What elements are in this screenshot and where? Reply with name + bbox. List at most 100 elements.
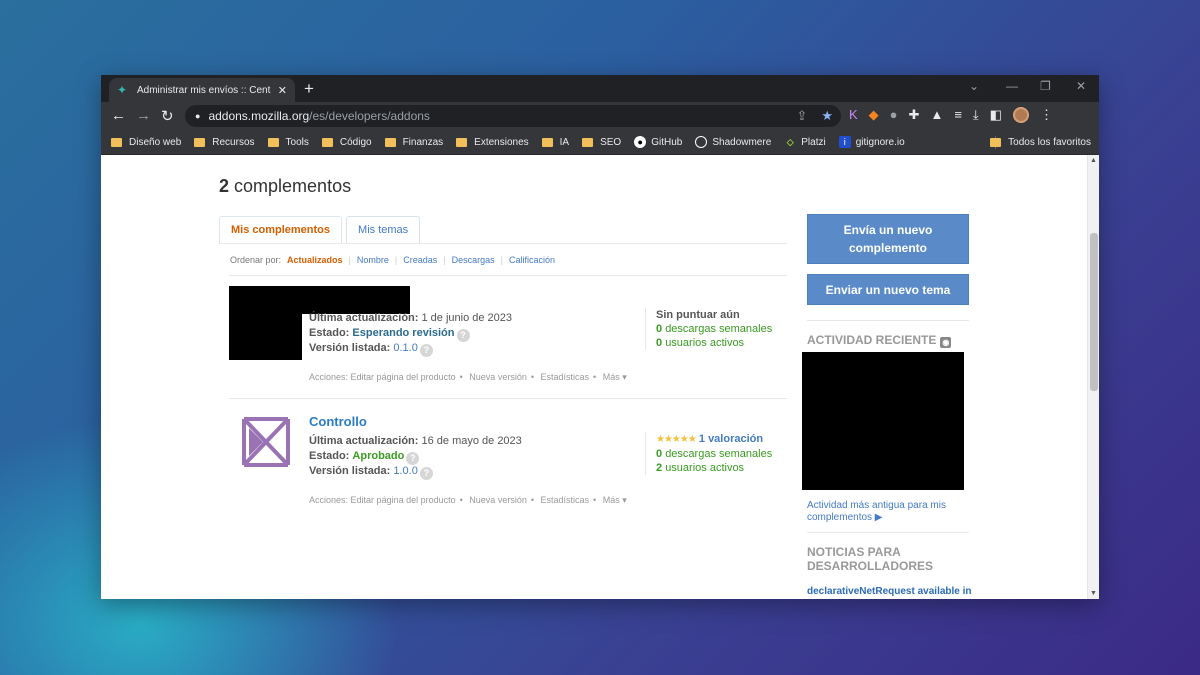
more-menu[interactable]: Más ▾ [603,495,627,505]
addon-actions: Acciones: Editar página del producto • Nu… [309,495,627,505]
version-link[interactable]: 1.0.0 [393,465,417,477]
bookmark-folder-extensiones[interactable]: Extensiones [456,137,529,148]
extension-k-icon[interactable]: K [849,107,858,123]
bookmark-folder-diseno-web[interactable]: Diseño web [111,137,181,148]
bookmark-platzi[interactable]: ◇ Platzi [784,136,826,148]
actions-label: Acciones: [309,495,349,505]
news-title: NOTICIAS PARA DESARROLLADORES [807,545,934,573]
sort-divider [229,275,787,276]
help-icon[interactable]: ? [456,329,470,342]
github-icon: ● [634,136,647,148]
activity-redacted [802,352,964,490]
minimize-icon[interactable]: — [1006,79,1018,93]
close-window-icon[interactable]: ✕ [1076,79,1086,93]
bookmark-shadowmere[interactable]: Shadowmere [695,136,771,148]
menu-dots-icon[interactable]: ⋮ [1040,107,1053,123]
bookmark-folder-recursos[interactable]: Recursos [194,137,255,148]
addon-count-label: complementos [234,176,352,196]
recent-activity-title: ACTIVIDAD RECIENTE ◉ [807,333,952,348]
bookmark-label: IA [559,136,570,148]
scroll-down-icon[interactable]: ▼ [1090,590,1097,597]
bookmark-folder-finanzas[interactable]: Finanzas [384,137,443,148]
page-title: 2 complementos [219,176,351,197]
more-menu[interactable]: Más ▾ [603,372,627,382]
page-scrollbar[interactable]: ▲ ▼ [1087,155,1099,599]
folder-icon [267,137,279,147]
avatar[interactable] [1012,107,1029,123]
bookmark-folder-ia[interactable]: IA [541,136,570,148]
new-tab-icon[interactable]: + [304,79,314,99]
tab-strip: ✦ Administrar mis envíos :: Centro d ✕ +… [101,75,1099,102]
tab-search-icon[interactable]: ⌄ [969,79,979,93]
sort-bar: Ordenar por: Actualizados | Nombre | Cre… [230,255,556,265]
tab-mis-complementos[interactable]: Mis complementos [219,216,343,243]
lock-icon[interactable]: ● [195,111,200,121]
sort-actualizados[interactable]: Actualizados [287,255,343,265]
news-item-link[interactable]: declarativeNetRequest available in [807,586,972,597]
addon-name-redacted [302,286,410,314]
bookmark-folder-tools[interactable]: Tools [267,137,309,148]
edit-product-link[interactable]: Editar página del producto [351,495,456,505]
addon-stats: ★★★★★ 1 valoración 0 descargas semanales… [645,432,772,475]
sort-creadas[interactable]: Creadas [403,255,437,265]
bookmark-github[interactable]: ● GitHub [634,136,682,148]
metamask-icon[interactable]: ◆ [869,107,879,123]
media-icon[interactable]: ≡ [954,107,962,123]
status-label: Estado: [309,327,350,339]
version-link[interactable]: 0.1.0 [393,342,417,354]
users-count: 0 [656,337,663,349]
puzzle-icon[interactable]: ✚ [909,107,920,123]
edit-product-link[interactable]: Editar página del producto [351,372,456,382]
rating-link[interactable]: 1 valoración [699,433,763,445]
weekly-count: 0 [656,323,663,335]
bookmark-label: Shadowmere [712,136,772,148]
addon-status: Estado: Aprobado? [309,450,420,465]
addon-name-link[interactable]: Controllo [309,414,367,429]
close-tab-icon[interactable]: ✕ [278,84,287,97]
scroll-thumb[interactable] [1090,233,1098,391]
back-icon[interactable]: ← [111,107,126,124]
addon-stats: Sin puntuar aún 0 descargas semanales 0 … [645,308,772,350]
rating-text: Sin puntuar aún [656,309,740,321]
sort-nombre[interactable]: Nombre [357,255,389,265]
rss-icon[interactable]: ◉ [940,337,952,348]
submit-addon-button[interactable]: Envía un nuevo complemento [807,214,969,264]
flask-icon[interactable]: ▲ [930,107,943,123]
bookmark-gitignore[interactable]: ⅰ gitignore.io [838,136,905,148]
share-icon[interactable]: ⇪ [796,108,807,124]
new-version-link[interactable]: Nueva versión [469,495,527,505]
controllo-logo-icon[interactable] [241,416,291,473]
bookmark-star-icon[interactable]: ★ [821,108,833,124]
scroll-up-icon[interactable]: ▲ [1090,157,1097,164]
extension-gray-icon[interactable]: ● [890,107,898,123]
folder-icon [990,138,1002,147]
bookmark-label: gitignore.io [855,136,905,148]
amo-favicon-icon: ✦ [117,82,128,97]
maximize-icon[interactable]: ❐ [1040,79,1051,93]
updated-value: 1 de junio de 2023 [421,312,513,324]
forward-icon[interactable]: → [136,107,151,124]
older-activity-link[interactable]: Actividad más antigua para mis complemen… [807,500,957,524]
bookmark-folder-seo[interactable]: SEO [582,137,621,148]
all-bookmarks[interactable]: Todos los favoritos [990,137,1091,148]
sort-calificacion[interactable]: Calificación [509,255,555,265]
sort-descargas[interactable]: Descargas [452,255,495,265]
addon-version: Versión listada: 1.0.0? [309,465,433,480]
submit-theme-button[interactable]: Enviar un nuevo tema [807,274,969,305]
page-content: 2 complementos Mis complementos Mis tema… [101,155,1099,599]
help-icon[interactable]: ? [406,452,420,465]
reload-icon[interactable]: ↻ [161,107,174,125]
download-icon[interactable]: ⤓ [973,107,979,123]
help-icon[interactable]: ? [419,344,433,357]
statistics-link[interactable]: Estadísticas [541,372,590,382]
new-version-link[interactable]: Nueva versión [469,372,527,382]
bookmark-folder-codigo[interactable]: Código [321,137,372,148]
side-panel-icon[interactable]: ◧ [990,107,1002,123]
addon-tabs: Mis complementos Mis temas [219,216,421,243]
browser-tab[interactable]: ✦ Administrar mis envíos :: Centro d ✕ [109,78,295,102]
sidebar-divider [807,320,969,321]
address-bar[interactable]: ● addons.mozilla.org/es/developers/addon… [185,105,841,127]
statistics-link[interactable]: Estadísticas [541,495,590,505]
help-icon[interactable]: ? [419,467,433,480]
tab-mis-temas[interactable]: Mis temas [346,216,421,243]
